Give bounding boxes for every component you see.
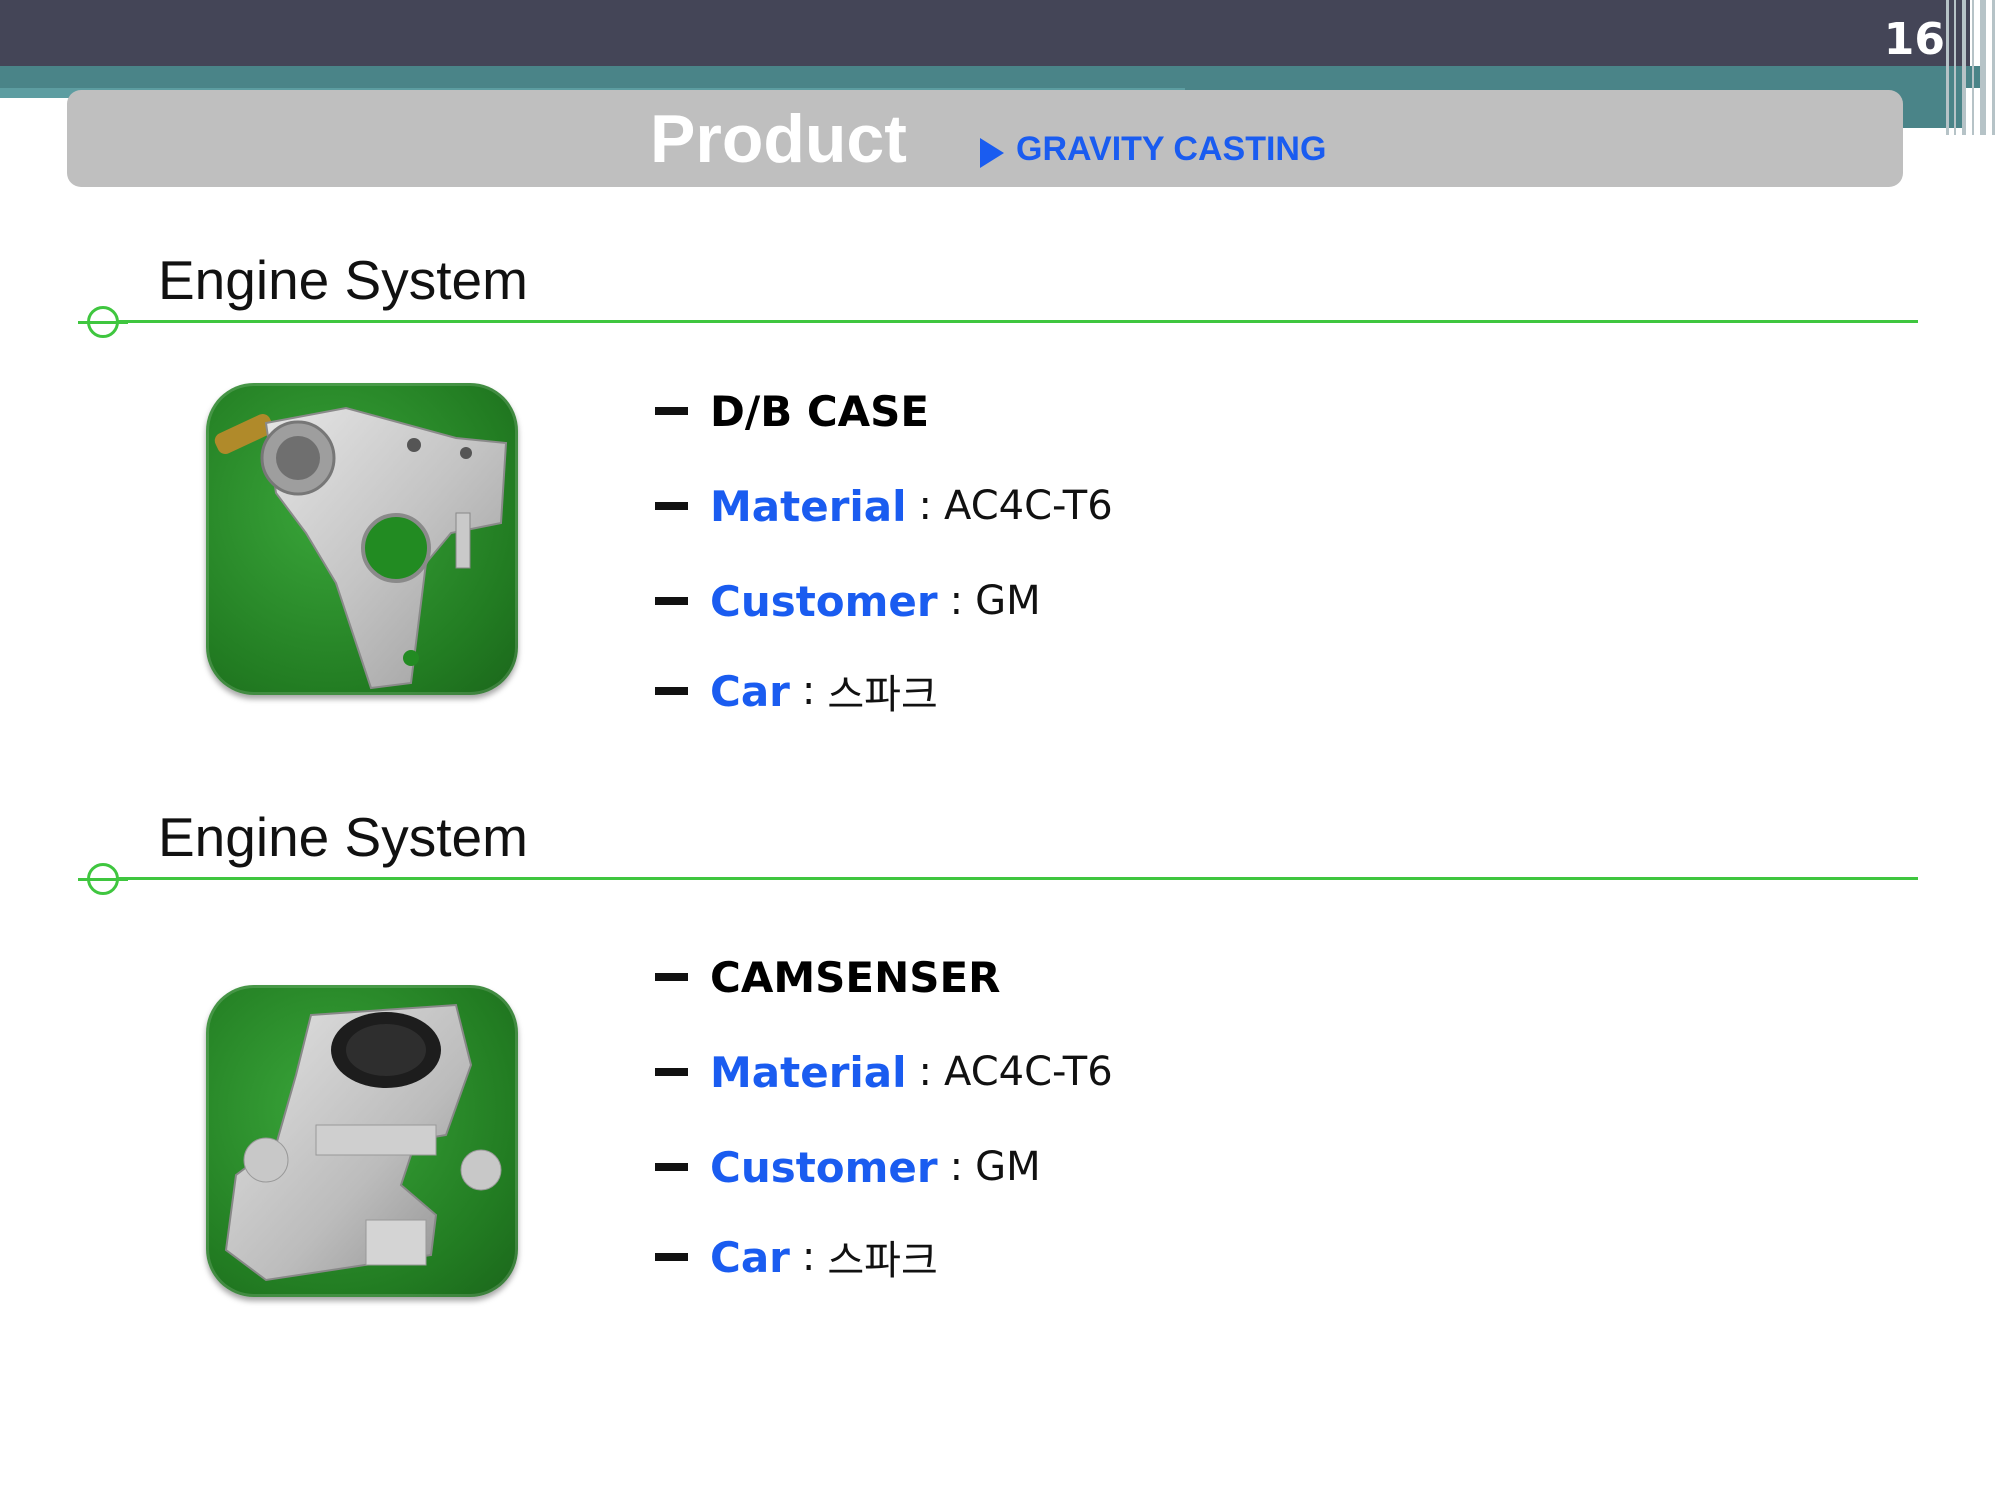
spec-row-material: Material : AC4C-T6 [655, 1022, 1113, 1122]
product-name: CAMSENSER [710, 952, 1001, 1002]
section-divider [103, 877, 1918, 880]
section-heading: Engine System [158, 249, 528, 311]
material-label: Material [710, 1047, 907, 1097]
car-value: 스파크 [827, 1238, 938, 1284]
dash-bullet [655, 973, 688, 981]
spec-row-customer: Customer : GM [655, 1122, 1113, 1212]
material-value: AC4C-T6 [944, 1049, 1113, 1095]
dash-bullet [655, 407, 688, 415]
play-arrow-icon [980, 138, 1004, 168]
material-label: Material [710, 481, 907, 531]
separator: : [918, 1049, 933, 1095]
customer-value: GM [975, 1144, 1041, 1190]
product-photo-db-case [206, 383, 518, 695]
customer-label: Customer [710, 576, 938, 626]
spec-row-product: CAMSENSER [655, 932, 1113, 1022]
spec-row-car: Car : 스파크 [655, 646, 1113, 736]
car-label: Car [710, 666, 790, 716]
dash-bullet [655, 597, 688, 605]
separator: : [801, 1234, 816, 1280]
spec-row-product: D/B CASE [655, 366, 1113, 456]
dash-bullet [655, 1163, 688, 1171]
separator: : [801, 668, 816, 714]
spec-row-material: Material : AC4C-T6 [655, 456, 1113, 556]
spec-row-customer: Customer : GM [655, 556, 1113, 646]
dash-bullet [655, 1253, 688, 1261]
customer-value: GM [975, 578, 1041, 624]
spec-list: D/B CASE Material : AC4C-T6 Customer : G… [655, 366, 1113, 736]
product-name: D/B CASE [710, 386, 930, 436]
car-label: Car [710, 1232, 790, 1282]
section-heading: Engine System [158, 806, 528, 868]
customer-label: Customer [710, 1142, 938, 1192]
material-value: AC4C-T6 [944, 483, 1113, 529]
teal-stripe [0, 66, 1980, 88]
page-number: 16 [1883, 14, 1945, 65]
separator: : [949, 578, 964, 624]
dash-bullet [655, 1068, 688, 1076]
decorative-vertical-lines [1940, 0, 2000, 135]
section-marker-icon [78, 863, 128, 895]
section-marker-icon [78, 306, 128, 338]
page-subtitle: GRAVITY CASTING [1016, 130, 1327, 168]
separator: : [918, 483, 933, 529]
section-divider [103, 320, 1918, 323]
page-title: Product [650, 101, 907, 177]
car-value: 스파크 [827, 672, 938, 718]
spec-list: CAMSENSER Material : AC4C-T6 Customer : … [655, 932, 1113, 1302]
product-photo-camsenser [206, 985, 518, 1297]
top-banner [0, 0, 1970, 66]
separator: : [949, 1144, 964, 1190]
spec-row-car: Car : 스파크 [655, 1212, 1113, 1302]
dash-bullet [655, 502, 688, 510]
dash-bullet [655, 687, 688, 695]
